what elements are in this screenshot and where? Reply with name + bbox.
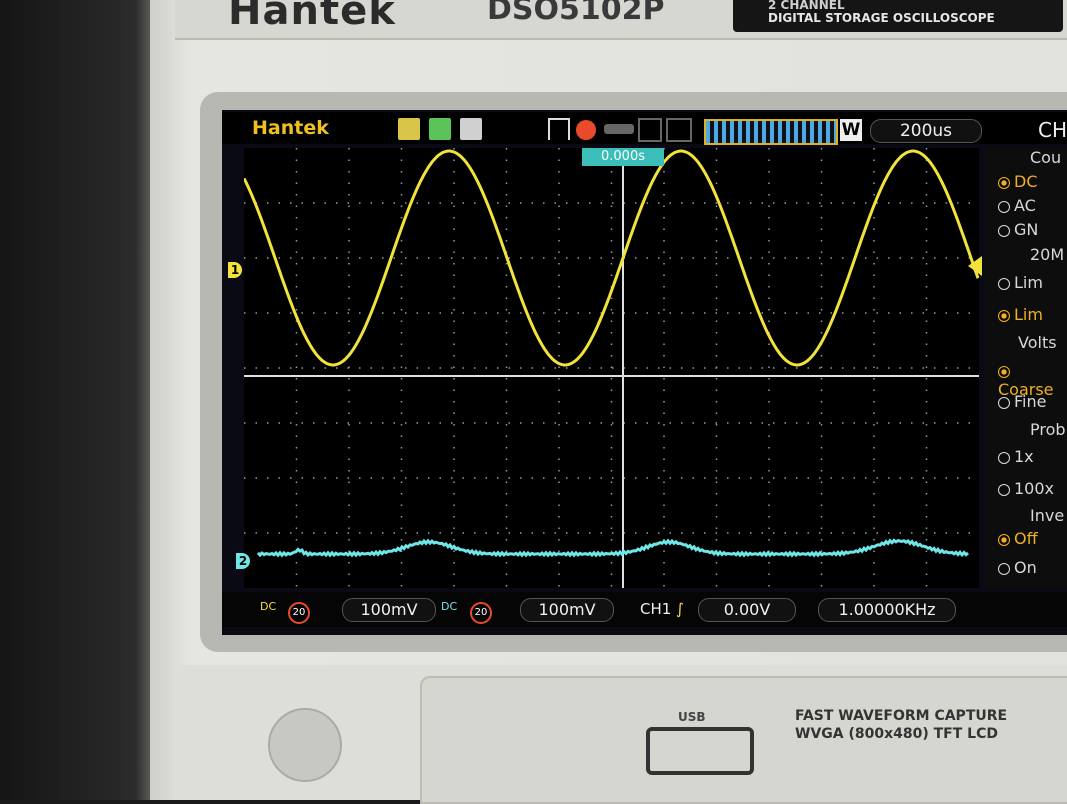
frequency-readout: 1.00000KHz bbox=[818, 598, 956, 622]
radio-icon bbox=[998, 562, 1010, 575]
radio-icon bbox=[998, 451, 1010, 464]
channel-2-trace bbox=[256, 538, 969, 558]
key-icon bbox=[604, 124, 634, 134]
panel-title: CH bbox=[1038, 118, 1067, 142]
waveform-graticule bbox=[244, 148, 979, 588]
waveform-mode-icon[interactable] bbox=[398, 118, 420, 140]
device-model: DSO5102P bbox=[487, 0, 665, 27]
invert-off-option[interactable]: Off bbox=[998, 529, 1038, 548]
background-shadow bbox=[0, 0, 150, 800]
invert-title: Inve bbox=[1030, 506, 1065, 525]
feature-label-1: FAST WAVEFORM CAPTURE bbox=[795, 708, 1008, 724]
trigger-offset-readout: 0.000s bbox=[582, 148, 664, 166]
ch2-volts-readout: 100mV bbox=[520, 598, 614, 622]
probe-1x-option[interactable]: 1x bbox=[998, 447, 1034, 466]
radio-selected-icon bbox=[998, 176, 1010, 189]
radio-icon bbox=[998, 224, 1010, 237]
trigger-level-marker[interactable] bbox=[968, 256, 982, 276]
memory-depth-bar[interactable] bbox=[704, 119, 838, 145]
bw-limit-off-option[interactable]: Lim bbox=[998, 273, 1043, 292]
print-icon bbox=[666, 118, 692, 142]
bandwidth-title: 20M bbox=[1030, 245, 1065, 264]
waveform-plot bbox=[244, 148, 979, 588]
radio-icon bbox=[998, 200, 1010, 213]
trigger-level-readout: 0.00V bbox=[698, 598, 796, 622]
radio-selected-icon bbox=[998, 309, 1010, 322]
radio-icon bbox=[998, 277, 1010, 290]
run-state-icon bbox=[548, 118, 570, 140]
usb-port-icon bbox=[646, 727, 754, 775]
invert-on-option[interactable]: On bbox=[998, 558, 1037, 577]
window-mode-icon[interactable]: W bbox=[840, 119, 862, 141]
usb-label: USB bbox=[678, 710, 706, 724]
feature-label-2: WVGA (800x480) TFT LCD bbox=[795, 726, 998, 742]
radio-selected-icon bbox=[998, 533, 1010, 546]
rising-edge-icon: ∫ bbox=[676, 600, 684, 618]
coupling-dc-option[interactable]: DC bbox=[998, 172, 1038, 191]
ch1-coupling-icon: DC bbox=[260, 600, 277, 613]
trigger-source: CH1 bbox=[640, 600, 672, 618]
persist-mode-icon[interactable] bbox=[460, 118, 482, 140]
ch1-volts-readout: 100mV bbox=[342, 598, 436, 622]
device-brand: Hantek bbox=[228, 0, 396, 34]
probe-title: Prob bbox=[1030, 420, 1066, 439]
ch2-coupling-icon: DC bbox=[441, 600, 458, 613]
radio-selected-icon bbox=[998, 365, 1010, 378]
coupling-gnd-option[interactable]: GN bbox=[998, 220, 1038, 239]
radio-icon bbox=[998, 483, 1010, 496]
screen-brand: Hantek bbox=[252, 117, 329, 139]
timebase-readout: 200us bbox=[870, 119, 982, 143]
radio-icon bbox=[998, 396, 1010, 409]
volts-title: Volts bbox=[1018, 333, 1057, 352]
ch1-bw-limit-icon: 20 bbox=[288, 602, 310, 624]
ch2-bw-limit-icon: 20 bbox=[470, 602, 492, 624]
record-icon[interactable] bbox=[576, 120, 596, 140]
save-icon bbox=[638, 118, 662, 142]
power-button[interactable] bbox=[268, 708, 342, 782]
device-subtitle-2: DIGITAL STORAGE OSCILLOSCOPE bbox=[768, 11, 995, 25]
coupling-title: Cou bbox=[1030, 148, 1062, 167]
vector-mode-icon[interactable] bbox=[429, 118, 451, 140]
volts-fine-option[interactable]: Fine bbox=[998, 392, 1046, 411]
bw-limit-on-option[interactable]: Lim bbox=[998, 305, 1043, 324]
coupling-ac-option[interactable]: AC bbox=[998, 196, 1036, 215]
probe-100x-option[interactable]: 100x bbox=[998, 479, 1054, 498]
